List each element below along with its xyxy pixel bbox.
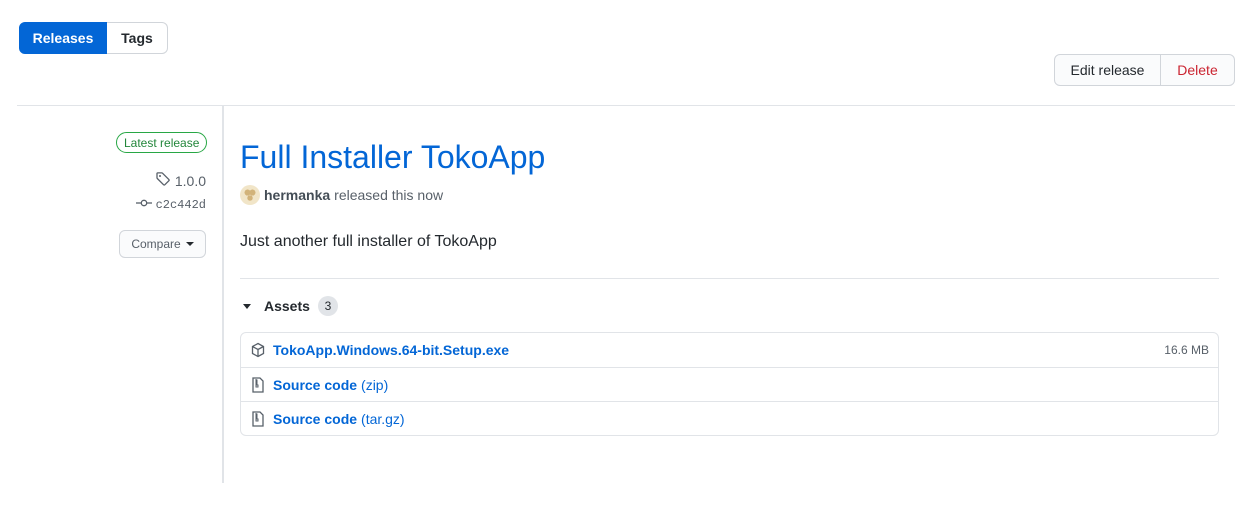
tag-link[interactable]: 1.0.0	[155, 171, 206, 190]
author-link[interactable]: hermanka	[264, 187, 330, 203]
release-tabs: Releases Tags	[19, 22, 168, 54]
asset-link[interactable]: Source code (zip)	[273, 377, 388, 393]
timeline-line	[222, 106, 224, 483]
asset-link[interactable]: Source code (tar.gz)	[273, 411, 405, 427]
caret-down-icon	[185, 242, 194, 246]
release-description: Just another full installer of TokoApp	[240, 233, 497, 250]
asset-name: Source code	[273, 376, 358, 393]
tab-tags[interactable]: Tags	[107, 22, 168, 54]
assets-label: Assets	[264, 298, 310, 314]
compare-label: Compare	[131, 237, 181, 251]
delete-button[interactable]: Delete	[1161, 54, 1235, 86]
file-zip-icon	[250, 376, 266, 393]
list-item: Source code (zip)	[241, 367, 1218, 401]
tag-label: 1.0.0	[174, 172, 206, 189]
package-icon	[250, 342, 266, 358]
assets-count-badge: 3	[317, 296, 338, 316]
asset-format: (tar.gz)	[361, 410, 405, 427]
divider	[240, 278, 1219, 279]
list-item: TokoApp.Windows.64-bit.Setup.exe 16.6 MB	[241, 333, 1218, 367]
release-byline: hermanka released this now	[240, 185, 443, 205]
release-title[interactable]: Full Installer TokoApp	[240, 139, 545, 176]
assets-toggle[interactable]: Assets 3	[243, 296, 338, 316]
file-zip-icon	[250, 410, 266, 427]
tab-releases[interactable]: Releases	[19, 22, 107, 54]
asset-format: (zip)	[361, 376, 389, 393]
released-text: released this now	[334, 187, 444, 203]
list-item: Source code (tar.gz)	[241, 401, 1218, 435]
compare-button[interactable]: Compare	[119, 230, 206, 258]
divider	[17, 105, 1235, 106]
latest-release-badge: Latest release	[116, 132, 208, 153]
tag-icon	[155, 171, 171, 190]
edit-release-button[interactable]: Edit release	[1054, 54, 1161, 86]
assets-list: TokoApp.Windows.64-bit.Setup.exe 16.6 MB…	[240, 332, 1219, 436]
avatar[interactable]	[240, 185, 260, 205]
git-commit-icon	[135, 197, 152, 213]
asset-link[interactable]: TokoApp.Windows.64-bit.Setup.exe	[273, 342, 509, 358]
asset-name: Source code	[273, 410, 358, 427]
triangle-down-icon	[243, 303, 251, 309]
commit-link[interactable]: c2c442d	[135, 197, 206, 213]
commit-sha: c2c442d	[155, 198, 206, 212]
asset-size: 16.6 MB	[1164, 343, 1209, 357]
release-actions: Edit release Delete	[1054, 54, 1235, 86]
